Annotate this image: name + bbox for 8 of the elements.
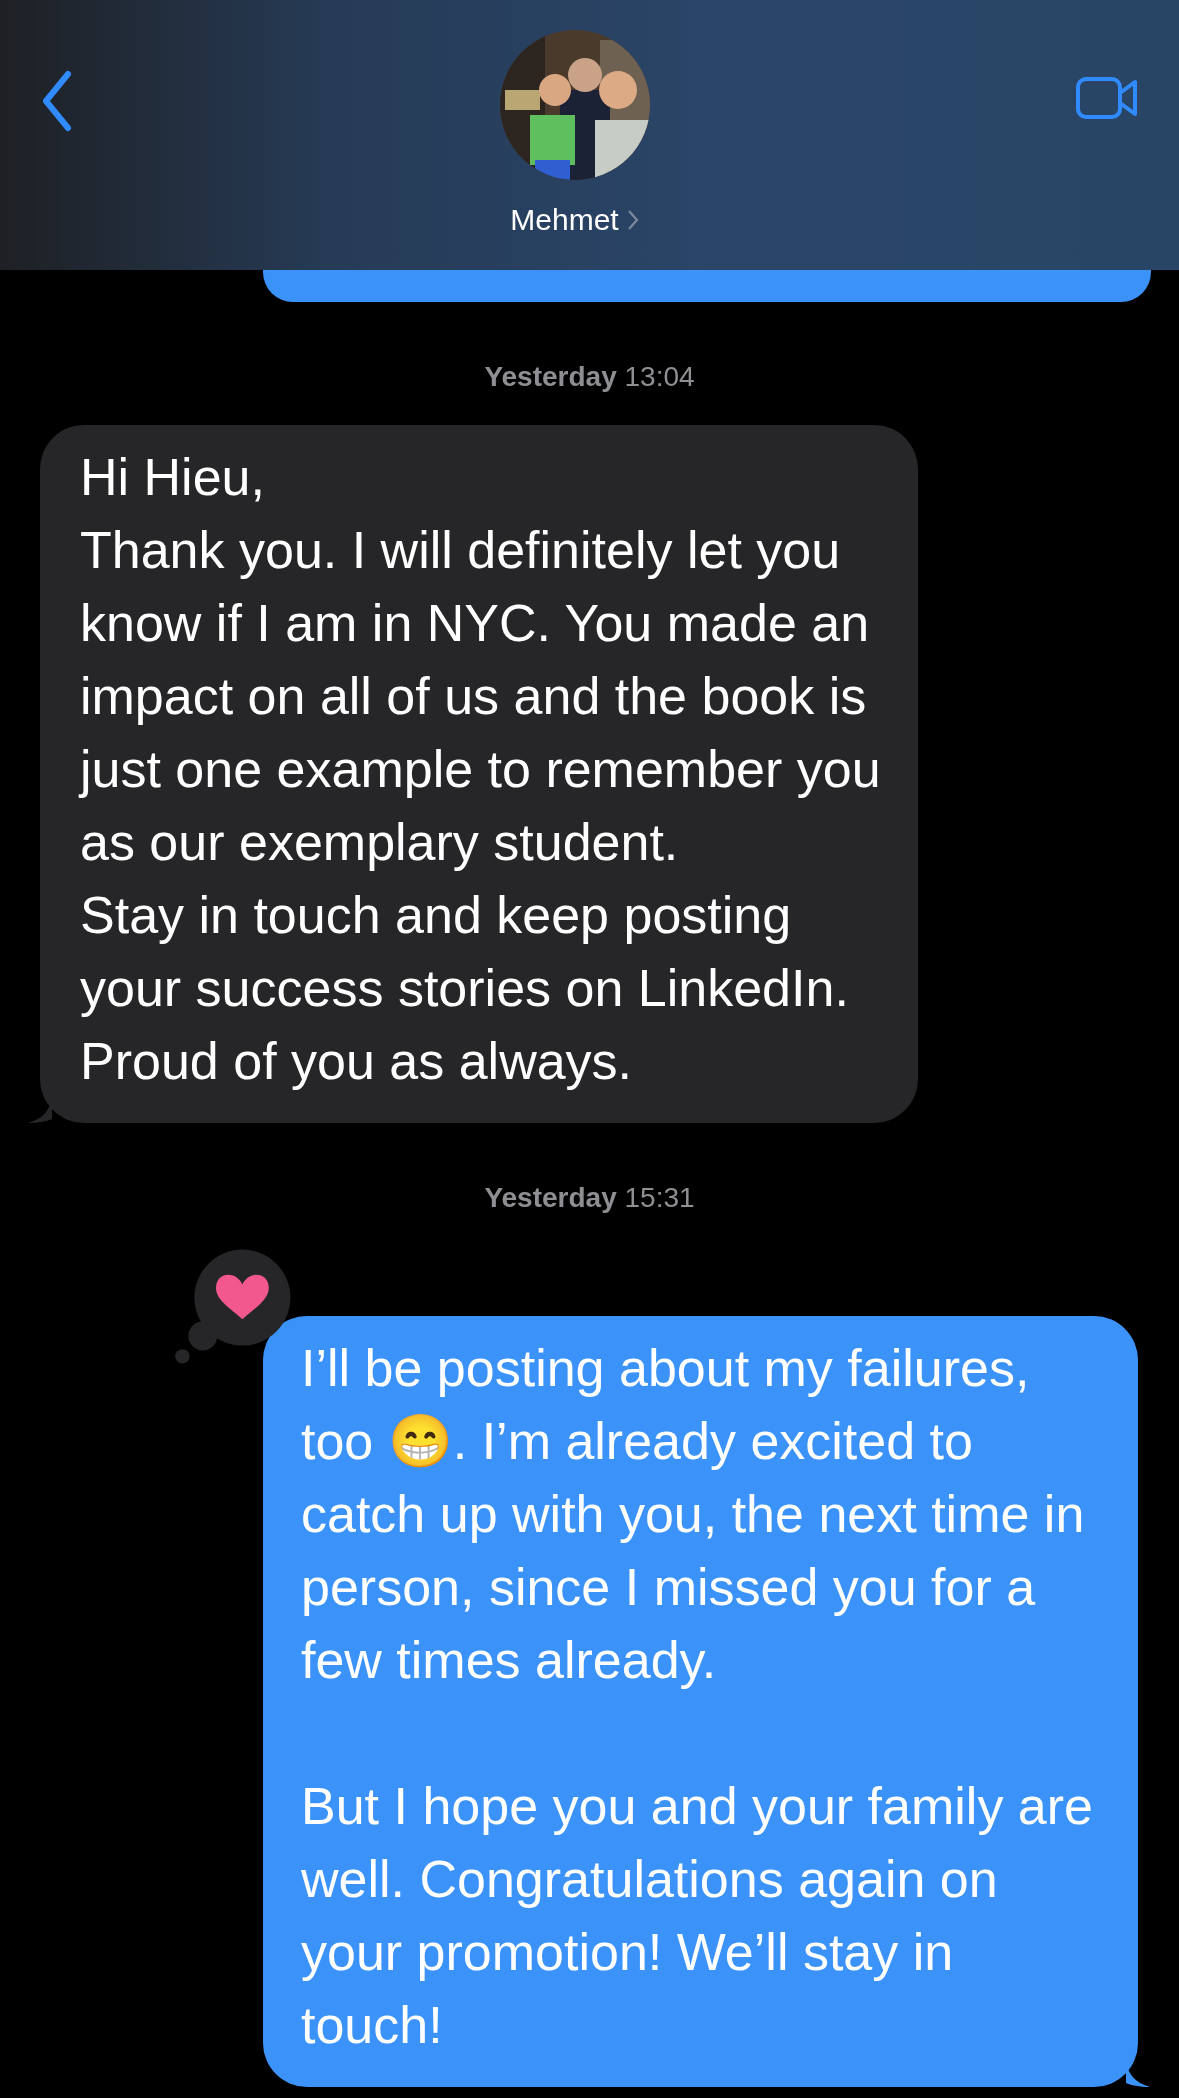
timestamp: Yesterday 15:31 — [484, 1183, 695, 1213]
contact-name-link[interactable]: Mehmet — [510, 202, 639, 238]
video-call-icon[interactable] — [1075, 74, 1139, 122]
back-icon[interactable] — [40, 70, 74, 132]
message-bubble: Hi Hieu, Thank you. I will definitely let you know if I am in NYC. You made an impact on all of us and the book is just one example to remember you as our exemplary student. Stay in touch and keep posting your success stories on LinkedIn. Proud of you as always. — [40, 425, 918, 1123]
timestamp: Yesterday 13:04 — [484, 362, 695, 392]
message-bubble: I’ll be posting about my failures, too 😁. I’m already excited to catch up with you, the next time in person, since I missed you for a few times already. But I hope you and your family are well. Congratulations again on your promotion! We’ll stay in touch! — [263, 1316, 1138, 2087]
chevron-icon — [626, 209, 639, 231]
